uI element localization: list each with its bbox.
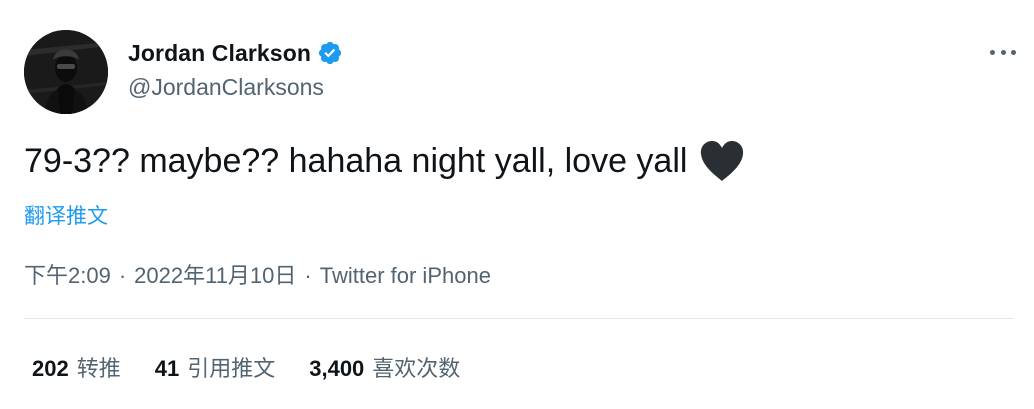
dot-icon	[990, 49, 995, 55]
engagement-stats: 202 转推 41 引用推文 3,400 喜欢次数	[32, 351, 460, 383]
name-row: Jordan Clarkson	[128, 36, 343, 70]
likes-count: 3,400	[309, 356, 365, 381]
quote-tweets-stat[interactable]: 41 引用推文	[155, 351, 276, 383]
tweet-body: 79-3?? maybe?? hahaha night yall, love y…	[24, 141, 688, 180]
tweet-text: 79-3?? maybe?? hahaha night yall, love y…	[24, 140, 745, 182]
retweets-stat[interactable]: 202 转推	[32, 351, 121, 383]
verified-badge-icon[interactable]	[317, 40, 343, 66]
tweet-date[interactable]: 2022年11月10日	[134, 263, 296, 288]
tweet-card: Jordan Clarkson @JordanClarksons 79-3?? …	[0, 0, 1034, 409]
display-name[interactable]: Jordan Clarkson	[128, 40, 311, 67]
quote-tweets-count: 41	[154, 356, 180, 381]
quote-tweets-label: 引用推文	[187, 356, 276, 381]
profile-photo-icon	[24, 30, 108, 114]
divider	[24, 318, 1014, 319]
tweet-source[interactable]: Twitter for iPhone	[320, 263, 491, 288]
retweets-label: 转推	[76, 356, 121, 381]
separator: ·	[304, 263, 312, 288]
dot-icon	[1000, 49, 1006, 55]
avatar[interactable]	[24, 30, 108, 114]
author-info: Jordan Clarkson @JordanClarksons	[128, 36, 343, 101]
separator: ·	[118, 263, 127, 288]
translate-tweet-link[interactable]: 翻译推文	[24, 200, 108, 230]
more-options-icon[interactable]	[990, 40, 1016, 64]
black-heart-icon	[699, 140, 745, 182]
tweet-metadata: 下午2:09 · 2022年11月10日 · Twitter for iPhone	[24, 258, 491, 290]
likes-stat[interactable]: 3,400 喜欢次数	[309, 351, 460, 383]
tweet-time[interactable]: 下午2:09	[24, 263, 111, 288]
dot-icon	[1011, 49, 1016, 55]
author-handle[interactable]: @JordanClarksons	[128, 74, 343, 101]
retweets-count: 202	[32, 356, 69, 381]
likes-label: 喜欢次数	[372, 356, 461, 381]
